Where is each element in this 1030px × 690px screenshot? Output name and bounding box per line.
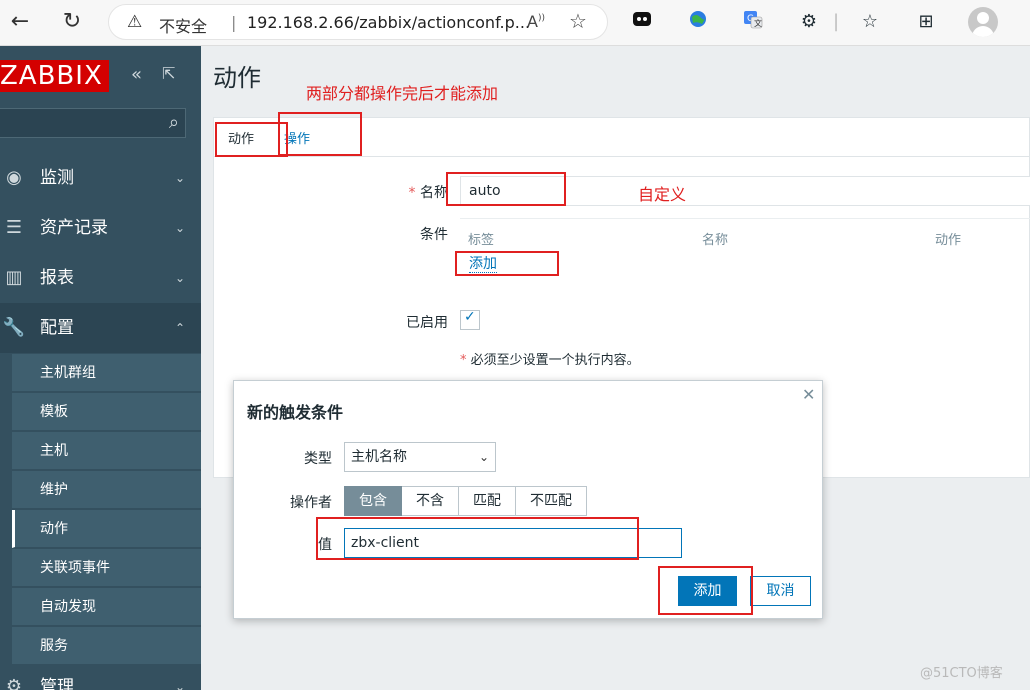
eye-icon: ◉ bbox=[6, 167, 22, 188]
menu-administration[interactable]: ⚙ 管理 ⌄ bbox=[0, 662, 201, 690]
menu-inventory[interactable]: ☰ 资产记录 ⌄ bbox=[0, 203, 201, 253]
submenu-hosts[interactable]: 主机 bbox=[12, 432, 201, 470]
type-select[interactable]: 主机名称 ⌄ bbox=[344, 442, 496, 472]
extension-game-icon[interactable] bbox=[628, 8, 656, 36]
annotation-note-custom: 自定义 bbox=[638, 185, 687, 204]
operator-matches[interactable]: 匹配 bbox=[459, 486, 516, 516]
search-icon[interactable]: ⌕ bbox=[169, 112, 179, 133]
operator-segmented-control: 包含 不含 匹配 不匹配 bbox=[344, 486, 587, 516]
operator-label: 操作者 bbox=[290, 495, 332, 511]
separator: | bbox=[231, 13, 237, 32]
name-label-text: 名称 bbox=[420, 185, 448, 201]
annotation-box-name bbox=[446, 172, 566, 206]
type-select-value: 主机名称 bbox=[351, 449, 407, 465]
enabled-label: 已启用 bbox=[406, 315, 448, 331]
chevron-down-icon: ⌄ bbox=[174, 271, 185, 285]
profile-avatar[interactable] bbox=[968, 7, 998, 37]
submenu-host-groups[interactable]: 主机群组 bbox=[12, 354, 201, 392]
page-title: 动作 bbox=[213, 64, 261, 92]
submenu-actions[interactable]: 动作 bbox=[12, 510, 201, 548]
submenu-maintenance[interactable]: 维护 bbox=[12, 471, 201, 509]
favorites-icon[interactable]: ☆ bbox=[856, 8, 884, 36]
annotation-box-add-link bbox=[455, 251, 559, 276]
submenu-services[interactable]: 服务 bbox=[12, 627, 201, 665]
menu-label: 报表 bbox=[40, 268, 74, 288]
watermark: @51CTO博客 bbox=[920, 666, 1003, 681]
menu-label: 监测 bbox=[40, 168, 74, 188]
annotation-note-top: 两部分都操作完后才能添加 bbox=[306, 84, 499, 103]
list-icon: ☰ bbox=[5, 217, 23, 238]
collections-icon[interactable]: ⊞ bbox=[912, 8, 940, 36]
chevron-up-icon: ⌃ bbox=[174, 321, 185, 335]
read-aloud-icon[interactable]: A)) bbox=[527, 12, 545, 31]
menu-monitoring[interactable]: ◉ 监测 ⌄ bbox=[0, 153, 201, 203]
required-mark: * bbox=[460, 353, 471, 368]
dialog-title: 新的触发条件 bbox=[247, 403, 344, 422]
operator-not-matches[interactable]: 不匹配 bbox=[516, 486, 587, 516]
reload-icon[interactable]: ↻ bbox=[58, 8, 86, 36]
enabled-checkbox[interactable]: ✓ bbox=[460, 309, 480, 330]
extension-globe-icon[interactable] bbox=[684, 8, 712, 36]
annotation-box-value bbox=[316, 517, 639, 560]
extension-translate-icon[interactable]: G文 bbox=[739, 8, 767, 36]
add-favorite-icon[interactable]: ☆ bbox=[569, 9, 587, 33]
checkmark-icon: ✓ bbox=[464, 309, 476, 325]
chart-icon: ▥ bbox=[5, 267, 23, 288]
gear-icon: ⚙ bbox=[5, 676, 23, 690]
chevron-down-icon: ⌄ bbox=[478, 450, 489, 464]
required-mark: * bbox=[408, 185, 420, 201]
chevron-down-icon: ⌄ bbox=[174, 221, 185, 235]
wrench-icon: 🔧 bbox=[2, 317, 26, 338]
cond-header-action: 动作 bbox=[935, 233, 962, 248]
url-text[interactable]: 192.168.2.66/zabbix/actionconf.p... bbox=[247, 13, 530, 32]
conditions-label: 条件 bbox=[420, 227, 448, 243]
menu-configuration[interactable]: 🔧 配置 ⌃ bbox=[0, 303, 201, 353]
required-note-text: 必须至少设置一个执行内容。 bbox=[470, 353, 640, 368]
warning-icon: ⚠ bbox=[127, 12, 143, 32]
security-status: 不安全 bbox=[159, 17, 208, 36]
sidebar: ZABBIX « ⇱ ⌕ ◉ 监测 ⌄ ☰ 资产记录 ⌄ ▥ 报表 ⌄ 🔧 配置… bbox=[0, 46, 201, 690]
chevron-down-icon: ⌄ bbox=[174, 171, 185, 185]
close-icon[interactable]: ✕ bbox=[802, 385, 815, 404]
cond-header-name: 名称 bbox=[702, 233, 729, 248]
submenu-discovery[interactable]: 自动发现 bbox=[12, 588, 201, 626]
collapse-sidebar-icon[interactable]: « bbox=[131, 64, 142, 85]
cond-header-label: 标签 bbox=[468, 233, 495, 248]
address-bar[interactable]: ⚠ 不安全 | 192.168.2.66/zabbix/actionconf.p… bbox=[108, 4, 608, 40]
menu-reports[interactable]: ▥ 报表 ⌄ bbox=[0, 253, 201, 303]
operator-not-contains[interactable]: 不含 bbox=[402, 486, 459, 516]
chevron-down-icon: ⌄ bbox=[174, 680, 185, 690]
submenu-event-correlation[interactable]: 关联项事件 bbox=[12, 549, 201, 587]
annotation-box-operations-tab bbox=[278, 112, 362, 156]
sidebar-search-input[interactable]: ⌕ bbox=[0, 108, 186, 138]
menu-label: 资产记录 bbox=[40, 218, 108, 238]
type-label: 类型 bbox=[304, 451, 332, 467]
operator-contains[interactable]: 包含 bbox=[344, 486, 402, 516]
menu-label: 管理 bbox=[40, 677, 74, 690]
menu-label: 配置 bbox=[40, 318, 74, 338]
browser-toolbar: ← ↻ ⚠ 不安全 | 192.168.2.66/zabbix/actionco… bbox=[0, 0, 1030, 46]
kiosk-mode-icon[interactable]: ⇱ bbox=[162, 64, 175, 83]
required-note: * 必须至少设置一个执行内容。 bbox=[460, 349, 640, 368]
name-label: * 名称 bbox=[328, 182, 448, 202]
annotation-box-add-button bbox=[658, 566, 753, 615]
back-arrow-icon[interactable]: ← bbox=[6, 8, 34, 36]
cancel-button[interactable]: 取消 bbox=[750, 576, 811, 606]
extensions-puzzle-icon[interactable]: ⚙ bbox=[795, 8, 823, 36]
submenu-templates[interactable]: 模板 bbox=[12, 393, 201, 431]
svg-text:文: 文 bbox=[754, 18, 762, 28]
zabbix-logo[interactable]: ZABBIX bbox=[0, 60, 109, 92]
toolbar-divider: | bbox=[832, 11, 840, 32]
